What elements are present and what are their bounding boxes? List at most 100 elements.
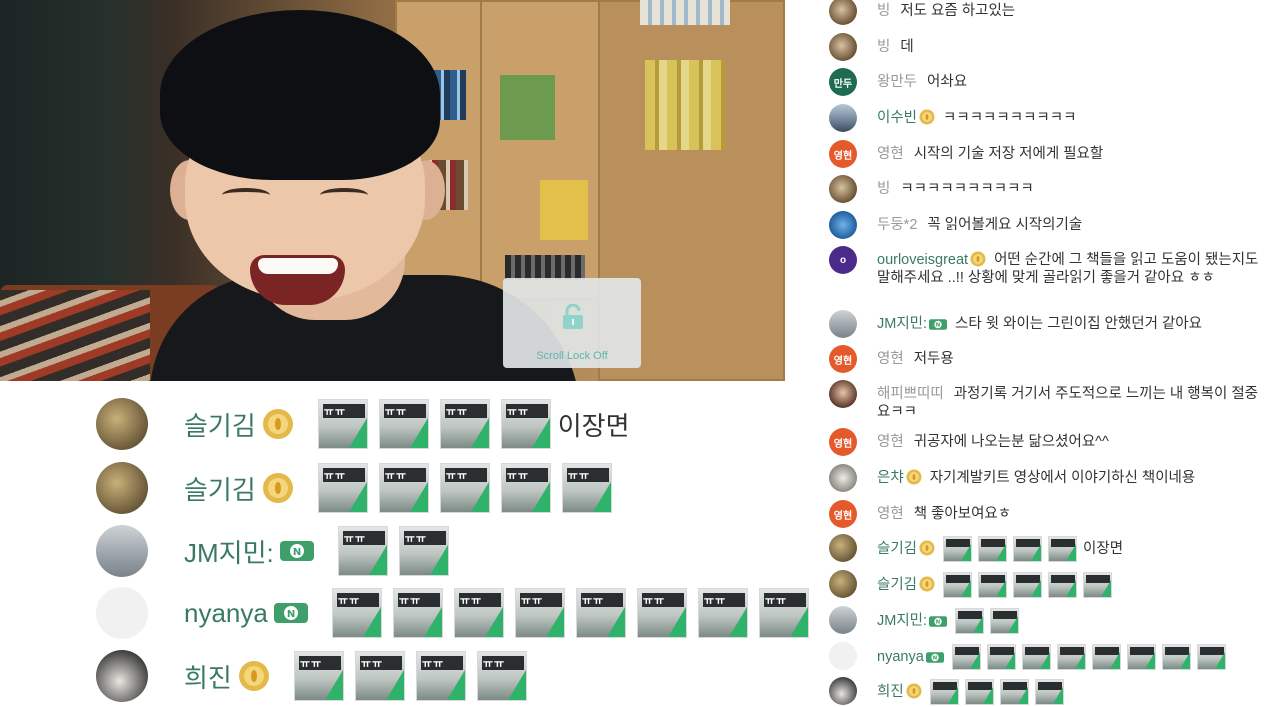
crying-emote: ㅠㅠ [317,463,368,513]
message-text: 이장면 [557,410,630,441]
emote-list [929,679,1070,705]
crying-emote: ㅠㅠ [636,588,687,638]
crying-emote: ㅠㅠ [697,588,748,638]
message-text: 스타 윗 와이는 그린이집 안했던거 같아요 [955,316,1202,332]
crying-emote: ㅠㅠ [317,399,368,449]
avatar[interactable] [829,104,857,132]
chat-message: 빙 저도 요즘 하고있는 [829,0,1272,25]
username[interactable]: 두둥*2 [877,217,917,233]
avatar[interactable] [96,462,148,514]
crying-emote [1021,644,1051,670]
crying-emote [1196,644,1226,670]
username[interactable]: 영현 [877,506,904,522]
books-row [640,0,730,25]
svg-text:N: N [936,323,940,329]
n-badge-icon: N [925,652,944,663]
username[interactable]: 슬기김 [184,406,256,443]
avatar[interactable] [829,310,857,338]
scroll-lock-button[interactable]: Scroll Lock Off [503,278,641,368]
avatar[interactable] [829,380,857,408]
zoomed-chat-row: JM지민: N ㅠㅠ ㅠㅠ [80,520,460,582]
avatar[interactable] [829,33,857,61]
crying-emote [1013,536,1043,562]
avatar[interactable] [829,464,857,492]
crying-emote: ㅠㅠ [439,399,490,449]
username[interactable]: 희진 [877,684,904,700]
avatar[interactable] [829,570,857,598]
avatar[interactable] [829,211,857,239]
zoomed-chat-row: 슬기김 ㅠㅠ ㅠㅠ ㅠㅠ ㅠㅠ ㅠㅠ [80,457,623,519]
crying-emote [1048,536,1078,562]
svg-text:N: N [933,655,937,661]
books-row [540,180,588,240]
chat-message: 두둥*2 꼭 읽어볼게요 시작의기술 [829,211,1272,239]
avatar[interactable] [829,175,857,203]
chat-message: 이수빈 ㅋㅋㅋㅋㅋㅋㅋㅋㅋㅋ [829,104,1272,132]
username[interactable]: 빙 [877,181,890,197]
chat-message: 영현 영현 시작의 기술 저장 저에게 필요할 [829,140,1272,168]
avatar[interactable] [829,534,857,562]
username[interactable]: 빙 [877,3,890,19]
avatar[interactable] [829,0,857,25]
gold-coin-badge-icon [906,469,922,485]
username[interactable]: 빙 [877,39,890,55]
crying-emote: ㅠㅠ [398,526,449,576]
emote-list: ㅠㅠ ㅠㅠ ㅠㅠ ㅠㅠ [293,651,538,701]
username[interactable]: nyanya [184,598,268,629]
username[interactable]: 이수빈 [877,110,917,126]
crying-emote [951,644,981,670]
crying-emote: ㅠㅠ [392,588,443,638]
crying-emote: ㅠㅠ [453,588,504,638]
gold-coin-badge-icon [970,251,986,267]
crying-emote [929,679,959,705]
live-chat-panel[interactable]: 빙 저도 요즘 하고있는 빙데 만두 왕만두 어솨요 이수빈 ㅋㅋㅋㅋㅋㅋㅋㅋㅋㅋ 영… [817,0,1280,707]
username[interactable]: 슬기김 [877,577,917,593]
chat-message: 만두 왕만두 어솨요 [829,68,1272,96]
username[interactable]: 슬기김 [184,470,256,507]
username[interactable]: 왕만두 [877,74,917,90]
svg-text:N: N [293,547,301,558]
username[interactable]: nyanya [877,649,924,665]
avatar[interactable] [829,677,857,705]
avatar[interactable]: 영현 [829,345,857,373]
crying-emote: ㅠㅠ [476,651,527,701]
gold-coin-badge-icon [238,661,269,691]
avatar[interactable] [829,642,857,670]
avatar[interactable]: 영현 [829,428,857,456]
message-text: 책 좋아보여요ㅎ [913,506,1012,522]
books-row [500,75,555,140]
avatar[interactable]: 만두 [829,68,857,96]
avatar[interactable] [829,606,857,634]
avatar[interactable]: o [829,246,857,274]
username[interactable]: 영현 [877,434,904,450]
avatar[interactable] [96,398,148,450]
avatar[interactable] [96,587,148,639]
emote-list [943,536,1083,562]
gold-coin-badge-icon [919,576,935,592]
avatar[interactable]: 영현 [829,500,857,528]
username[interactable]: JM지민: [877,613,927,629]
username[interactable]: 슬기김 [877,541,917,557]
avatar[interactable] [96,525,148,577]
message-text: 저도 요즘 하고있는 [900,3,1016,19]
crying-emote: ㅠㅠ [575,588,626,638]
username[interactable]: 영현 [877,146,904,162]
crying-emote: ㅠㅠ [337,526,388,576]
chat-message: 해피쁘띠띠 과정기록 거기서 주도적으로 느끼는 내 행복이 절중요ㅋㅋ [829,380,1272,421]
crying-emote: ㅠㅠ [354,651,405,701]
crying-emote: ㅠㅠ [758,588,809,638]
avatar[interactable] [96,650,148,702]
crying-emote [943,572,973,598]
username[interactable]: ourloveisgreat [877,252,968,268]
username[interactable]: JM지민: [877,316,927,332]
username[interactable]: 해피쁘띠띠 [877,386,944,402]
avatar[interactable]: 영현 [829,140,857,168]
username[interactable]: 영현 [877,351,904,367]
username[interactable]: JM지민: [184,533,274,570]
username[interactable]: 은챠 [877,470,904,486]
message-text: 저두용 [913,351,954,367]
crying-emote [943,536,973,562]
zoomed-chat-row: 슬기김 ㅠㅠ ㅠㅠ ㅠㅠ ㅠㅠ 이장면 [80,393,630,455]
livestream-video[interactable]: Scroll Lock Off [0,0,785,381]
username[interactable]: 희진 [184,658,232,695]
